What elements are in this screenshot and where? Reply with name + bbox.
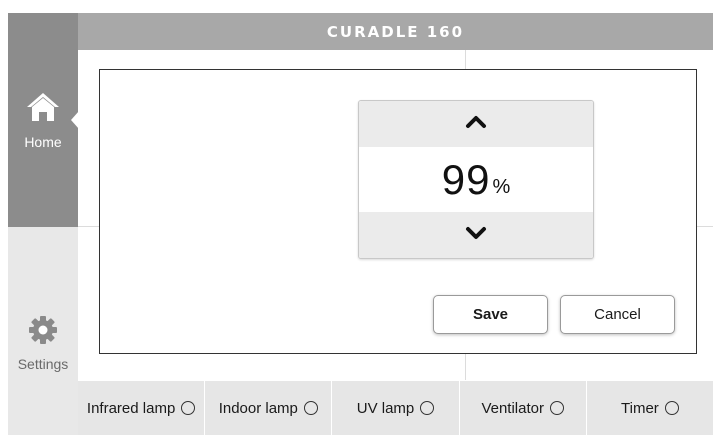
chevron-down-icon <box>465 226 487 245</box>
chevron-up-icon <box>465 115 487 134</box>
radio-icon[interactable] <box>549 401 564 415</box>
sidebar-item-home[interactable]: Home <box>8 13 79 227</box>
app-header: CURADLE 160 <box>78 13 713 50</box>
toggle-timer[interactable]: Timer <box>587 381 713 435</box>
toggle-ventilator[interactable]: Ventilator <box>460 381 587 435</box>
radio-icon[interactable] <box>303 401 318 415</box>
app-title: CURADLE 160 <box>326 22 465 41</box>
toggle-label: Ventilator <box>481 399 544 417</box>
radio-icon[interactable] <box>420 401 435 415</box>
cancel-button[interactable]: Cancel <box>560 295 675 334</box>
toggle-indoor-lamp[interactable]: Indoor lamp <box>205 381 333 435</box>
increment-button[interactable] <box>359 101 593 147</box>
radio-icon[interactable] <box>664 401 679 415</box>
gear-icon <box>28 315 58 350</box>
home-icon <box>26 91 60 128</box>
sidebar-item-label: Settings <box>17 356 69 372</box>
toggle-uv-lamp[interactable]: UV lamp <box>332 381 460 435</box>
stepper-value-display: 99 % <box>359 147 593 213</box>
sidebar-item-label: Home <box>24 134 62 150</box>
sidebar-item-settings[interactable]: Settings <box>8 227 78 435</box>
save-button[interactable]: Save <box>433 295 548 334</box>
humidity-value: 99 <box>441 156 491 203</box>
toggle-label: Infrared lamp <box>86 399 176 417</box>
humidity-stepper: 99 % <box>358 100 594 259</box>
toggle-label: UV lamp <box>356 399 415 417</box>
decrement-button[interactable] <box>359 212 593 258</box>
toggle-label: Timer <box>621 399 659 417</box>
sidebar: Home Settings <box>8 13 79 435</box>
device-toggle-bar: Infrared lamp Indoor lamp UV lamp Ventil… <box>78 381 713 435</box>
toggle-label: Indoor lamp <box>218 399 298 417</box>
toggle-infrared-lamp[interactable]: Infrared lamp <box>78 381 206 435</box>
humidity-unit: % <box>492 175 511 198</box>
radio-icon[interactable] <box>181 401 196 415</box>
